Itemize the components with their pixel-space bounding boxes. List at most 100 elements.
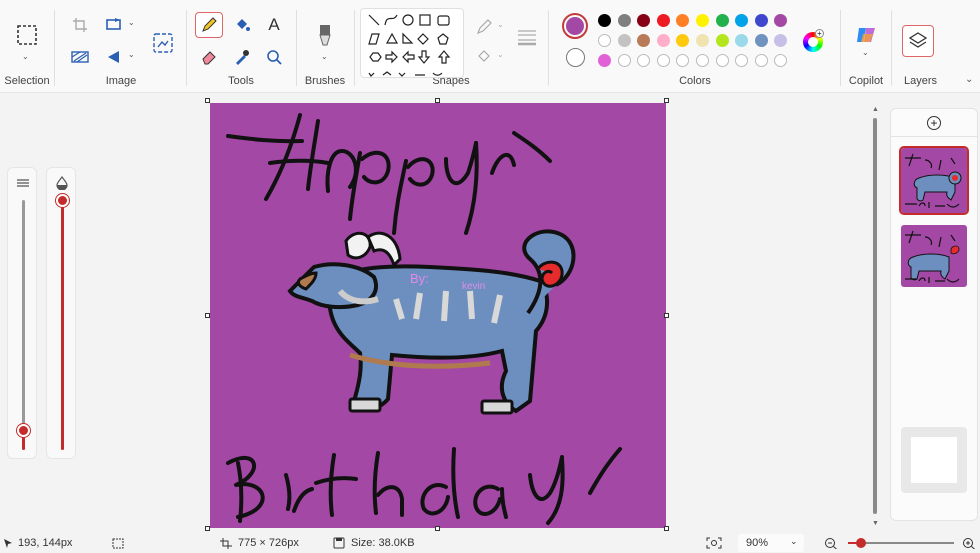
scroll-down-icon[interactable]: ▼ — [872, 520, 879, 527]
copilot-button[interactable] — [852, 22, 880, 48]
colors-group: Colors — [550, 0, 840, 93]
rotate-button[interactable] — [100, 44, 128, 70]
color-swatch[interactable] — [696, 34, 709, 47]
shape-fill-button[interactable] — [470, 44, 498, 70]
brush-icon — [319, 25, 331, 46]
signature-name: kevin — [462, 281, 485, 292]
opacity-slider-thumb[interactable] — [56, 194, 69, 207]
resize-handle[interactable] — [435, 98, 440, 103]
magnifier-button[interactable] — [260, 44, 288, 70]
chevron-down-icon[interactable]: ⌄ — [321, 52, 328, 61]
add-color-icon: + — [815, 29, 824, 38]
pencil-icon — [202, 17, 217, 32]
stroke-size-icon — [17, 179, 29, 187]
shapes-gallery[interactable] — [360, 8, 464, 78]
image-group-label: Image — [105, 75, 137, 87]
add-layer-button[interactable]: + — [891, 109, 977, 137]
text-tool-button[interactable]: A — [260, 12, 288, 38]
scrollbar-thumb[interactable] — [873, 118, 877, 514]
color-swatch[interactable] — [715, 14, 729, 27]
paint-bucket-icon — [237, 19, 250, 31]
size-slider-track[interactable] — [22, 200, 25, 450]
color-swatch[interactable] — [754, 34, 768, 47]
divider — [354, 10, 355, 86]
selection-size-icon — [112, 538, 124, 549]
fill-icon — [478, 50, 490, 62]
color-swatch[interactable] — [754, 14, 768, 27]
color-swatch[interactable] — [617, 54, 631, 67]
chevron-down-icon[interactable]: ⌄ — [497, 20, 504, 29]
crop-icon — [73, 18, 87, 32]
tools-group-label: Tools — [228, 75, 254, 87]
color-swatch[interactable] — [656, 54, 670, 67]
select-rectangle-button[interactable] — [12, 20, 42, 50]
resize-handle[interactable] — [664, 313, 669, 318]
layer-thumbnail-1[interactable] — [899, 146, 969, 215]
color-swatch[interactable] — [598, 54, 611, 67]
line-width-icon — [518, 30, 536, 46]
chevron-down-icon[interactable]: ⌄ — [862, 48, 869, 57]
color-swatch[interactable] — [715, 34, 729, 47]
resize-handle[interactable] — [205, 313, 210, 318]
zoom-slider-thumb[interactable] — [856, 538, 866, 548]
resize-handle[interactable] — [664, 98, 669, 103]
color-swatch[interactable] — [598, 34, 611, 47]
resize-handle[interactable] — [664, 526, 669, 531]
color-swatch[interactable] — [656, 34, 670, 47]
drawing-canvas[interactable]: By: kevin — [210, 103, 666, 528]
layer-thumbnail-2[interactable] — [901, 225, 967, 287]
chevron-down-icon[interactable]: ⌄ — [128, 18, 135, 27]
divider — [891, 10, 892, 86]
background-layer[interactable] — [901, 427, 967, 493]
eraser-tool-button[interactable] — [195, 44, 223, 70]
chevron-down-icon[interactable]: ⌄ — [497, 50, 504, 59]
chevron-down-icon[interactable]: ⌄ — [128, 50, 135, 59]
color-swatch[interactable] — [656, 14, 670, 27]
scroll-up-icon[interactable]: ▲ — [872, 106, 879, 113]
fit-to-window-icon[interactable] — [706, 537, 722, 549]
ribbon: ⌄ Selection ⌄ ⌄ Image A Tools ⌄ Brushes … — [0, 0, 980, 93]
resize-handle[interactable] — [435, 526, 440, 531]
zoom-out-icon[interactable] — [824, 537, 838, 549]
shapes-gallery-icons — [368, 14, 451, 77]
color-swatch[interactable] — [715, 54, 729, 67]
primary-color-swatch — [566, 17, 584, 35]
image-effects-button[interactable] — [66, 44, 94, 70]
vertical-scrollbar[interactable]: ▲ ▼ — [872, 106, 880, 530]
secondary-color-button[interactable] — [566, 48, 585, 67]
image-group: ⌄ ⌄ Image — [56, 0, 186, 93]
color-swatch[interactable] — [696, 54, 709, 67]
image-background-icon — [153, 33, 173, 53]
brushes-button[interactable] — [310, 20, 340, 50]
zoom-select[interactable]: 90% ⌄ — [738, 534, 804, 552]
divider — [186, 10, 187, 86]
primary-color-button[interactable] — [562, 13, 588, 39]
crop-button[interactable] — [66, 12, 94, 38]
size-slider-thumb[interactable] — [17, 424, 30, 437]
pencil-tool-button[interactable] — [195, 12, 223, 38]
background-removal-button[interactable] — [148, 28, 178, 58]
layers-group: Layers — [893, 0, 953, 93]
resize-handle[interactable] — [205, 98, 210, 103]
color-wheel-icon — [808, 37, 818, 47]
color-swatch[interactable] — [754, 54, 768, 67]
zoom-in-icon[interactable] — [962, 537, 976, 549]
size-slider-panel — [7, 167, 37, 459]
fill-tool-button[interactable] — [228, 12, 256, 38]
ribbon-collapse-icon[interactable]: ⌄ — [965, 74, 973, 85]
color-swatch[interactable] — [598, 14, 611, 27]
resize-button[interactable] — [100, 12, 128, 38]
color-picker-button[interactable] — [228, 44, 256, 70]
outline-button[interactable] — [470, 14, 498, 40]
color-swatch[interactable] — [617, 34, 631, 47]
color-swatch[interactable] — [696, 14, 709, 27]
resize-handle[interactable] — [205, 526, 210, 531]
colors-group-label: Colors — [679, 75, 711, 87]
resize-icon — [106, 18, 121, 30]
brushes-group: ⌄ Brushes — [298, 0, 352, 93]
color-swatch[interactable] — [617, 14, 631, 27]
size-button[interactable] — [512, 24, 542, 50]
chevron-down-icon[interactable]: ⌄ — [22, 52, 29, 61]
layers-toggle-button[interactable] — [902, 25, 934, 57]
cursor-position: 193, 144px — [18, 537, 73, 549]
